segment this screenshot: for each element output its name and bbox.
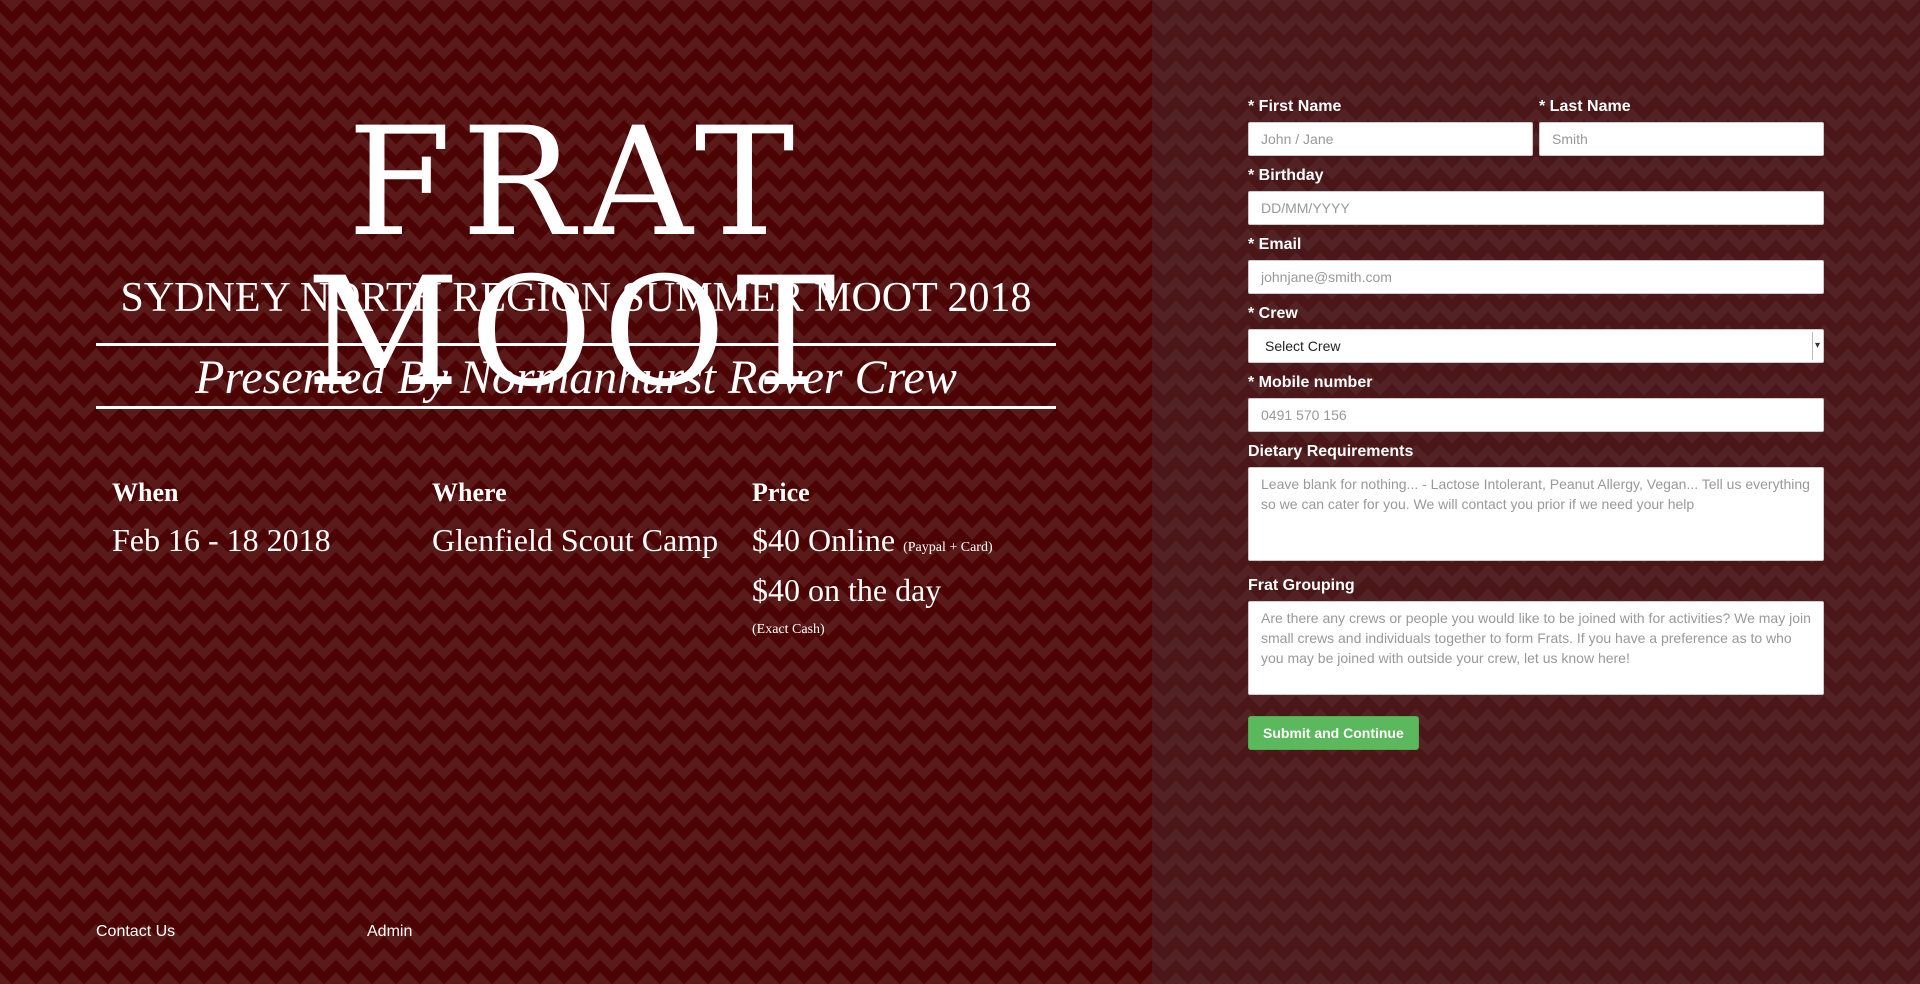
crew-group: * Crew Select Crew ▾ [1248,304,1824,363]
page: FRAT MOOT SYDNEY NORTH REGION SUMMER MOO… [0,0,1920,984]
when-value: Feb 16 - 18 2018 [112,522,331,558]
frat-grouping-label: Frat Grouping [1248,577,1355,594]
registration-form: * First Name * Last Name * Birthday * Em… [1248,97,1824,750]
admin-link[interactable]: Admin [367,923,412,941]
divider-bottom [96,406,1056,409]
last-name-group: * Last Name [1539,97,1824,156]
last-name-label: * Last Name [1539,98,1631,115]
price-heading: Price [752,478,810,507]
dietary-group: Dietary Requirements [1248,442,1824,566]
frat-grouping-group: Frat Grouping [1248,576,1824,700]
birthday-group: * Birthday [1248,166,1824,225]
event-info-panel: FRAT MOOT SYDNEY NORTH REGION SUMMER MOO… [0,0,1152,984]
birthday-label: * Birthday [1248,167,1324,184]
email-input[interactable] [1248,260,1824,294]
birthday-input[interactable] [1248,191,1824,225]
when-heading: When [112,478,179,507]
mobile-label: * Mobile number [1248,374,1373,391]
when-section: When Feb 16 - 18 2018 [112,478,331,560]
submit-button[interactable]: Submit and Continue [1248,716,1419,750]
dietary-label: Dietary Requirements [1248,443,1414,460]
where-value: Glenfield Scout Camp [432,522,719,558]
email-group: * Email [1248,235,1824,294]
contact-us-link[interactable]: Contact Us [96,923,175,941]
last-name-input[interactable] [1539,122,1824,156]
price-section: Price $40 Online (Paypal + Card) $40 on … [752,478,993,638]
crew-label: * Crew [1248,305,1298,322]
chevron-down-icon: ▾ [1812,332,1822,360]
registration-panel: * First Name * Last Name * Birthday * Em… [1152,0,1920,984]
presented-by: Presented By Normanhurst Rover Crew [195,351,957,404]
price-on-day: $40 on the day [752,572,942,608]
first-name-label: * First Name [1248,98,1342,115]
mobile-group: * Mobile number [1248,373,1824,432]
name-row: * First Name * Last Name [1248,97,1824,156]
where-heading: Where [432,478,507,507]
price-online-note: (Paypal + Card) [903,540,993,555]
dietary-textarea[interactable] [1248,467,1824,561]
first-name-input[interactable] [1248,122,1533,156]
price-online-value: $40 Online [752,522,896,558]
price-on-day-note: (Exact Cash) [752,622,825,637]
event-subtitle: SYDNEY NORTH REGION SUMMER MOOT 2018 [120,275,1032,321]
mobile-input[interactable] [1248,398,1824,432]
divider-top [96,343,1056,346]
frat-grouping-textarea[interactable] [1248,601,1824,695]
first-name-group: * First Name [1248,97,1533,156]
email-label: * Email [1248,236,1302,253]
price-online: $40 Online (Paypal + Card) [752,520,993,568]
where-section: Where Glenfield Scout Camp [432,478,718,560]
crew-select-value: Select Crew [1265,338,1341,354]
crew-select[interactable]: Select Crew ▾ [1248,329,1824,363]
